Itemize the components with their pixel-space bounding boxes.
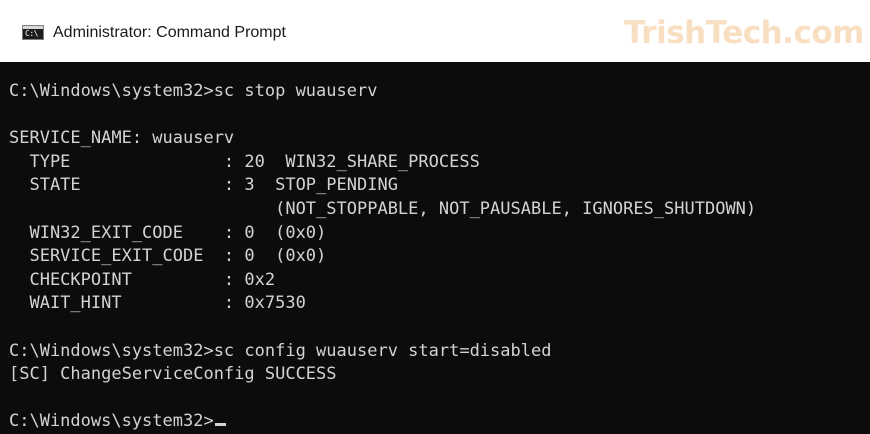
console-prompt-line[interactable]: C:\Windows\system32> — [9, 410, 756, 434]
console-output-area[interactable]: C:\Windows\system32>sc stop wuauserv SER… — [0, 62, 870, 434]
console-line-service-name: SERVICE_NAME: wuauserv — [9, 128, 235, 149]
text-cursor — [214, 423, 226, 427]
console-line-state-flags: (NOT_STOPPABLE, NOT_PAUSABLE, IGNORES_SH… — [9, 198, 757, 219]
console-line-blank — [9, 316, 756, 340]
command-prompt-icon-glyph: C:\ — [25, 29, 38, 38]
title-bar[interactable]: C:\ Administrator: Command Prompt TrishT… — [0, 0, 870, 62]
console-prompt: C:\Windows\system32> — [9, 411, 214, 432]
command-prompt-window: C:\ Administrator: Command Prompt TrishT… — [0, 0, 870, 434]
console-line-blank — [9, 104, 756, 128]
console-line-sc-result: [SC] ChangeServiceConfig SUCCESS — [9, 364, 337, 385]
console-line-win32-exit-code: WIN32_EXIT_CODE : 0 (0x0) — [9, 222, 327, 243]
window-title: Administrator: Command Prompt — [53, 24, 286, 41]
command-prompt-icon[interactable]: C:\ — [22, 25, 44, 40]
console-line-state: STATE : 3 STOP_PENDING — [9, 175, 398, 196]
console-line-checkpoint: CHECKPOINT : 0x2 — [9, 269, 276, 290]
console-line-blank — [9, 387, 756, 411]
console-line-wait-hint: WAIT_HINT : 0x7530 — [9, 293, 306, 314]
watermark-logo: TrishTech.com — [624, 15, 864, 51]
console-line-type: TYPE : 20 WIN32_SHARE_PROCESS — [9, 151, 480, 172]
console-line-command-sc-stop: C:\Windows\system32>sc stop wuauserv — [9, 81, 378, 101]
console-line-service-exit-code: SERVICE_EXIT_CODE : 0 (0x0) — [9, 246, 327, 267]
console-line-command-sc-config: C:\Windows\system32>sc config wuauserv s… — [9, 340, 552, 361]
